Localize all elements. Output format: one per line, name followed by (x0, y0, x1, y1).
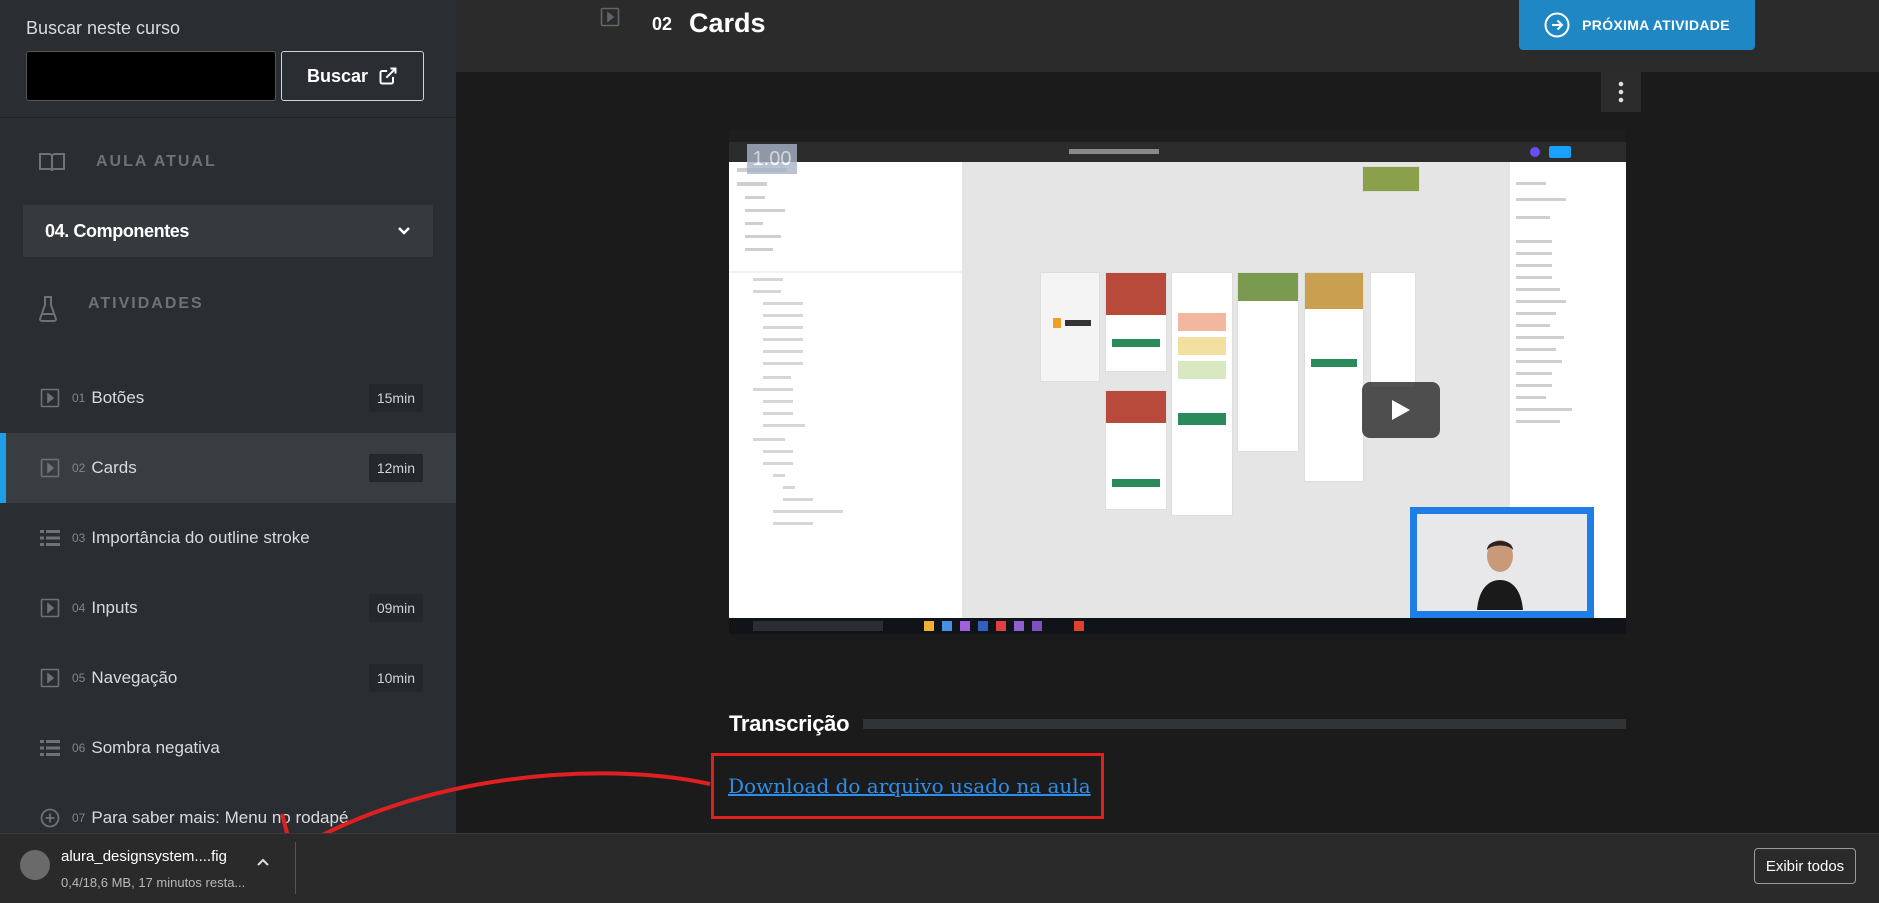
transcription-label: Transcrição (729, 711, 850, 736)
activity-title: Sombra negativa (91, 738, 220, 757)
activity-num: 07 (72, 811, 86, 825)
heading-rule (863, 719, 1626, 729)
activity-title: Navegação (91, 668, 178, 687)
instructor-avatar (1477, 540, 1523, 610)
home-frame (1171, 272, 1233, 516)
download-status: 0,4/18,6 MB, 17 minutos resta... (61, 875, 246, 890)
arrow-right-circle-icon (1544, 12, 1570, 38)
search-label: Buscar neste curso (26, 18, 181, 38)
instructor-webcam (1410, 507, 1594, 618)
activity-title: Importância do outline stroke (91, 528, 310, 547)
play-icon (40, 388, 60, 408)
search-button[interactable]: Buscar (281, 51, 424, 101)
download-file-link[interactable]: Download do arquivo usado na aula (728, 774, 1091, 798)
search-input[interactable] (26, 51, 276, 101)
activity-item-cards[interactable]: 02 Cards 12min (0, 433, 456, 503)
more-options-icon[interactable] (1601, 72, 1641, 112)
chevron-down-icon (398, 227, 410, 235)
show-all-downloads-button[interactable]: Exibir todos (1754, 848, 1856, 884)
search-row: Buscar (26, 51, 430, 101)
login-frame (1105, 272, 1167, 372)
activity-num: 05 (72, 671, 86, 685)
activity-duration: 15min (368, 384, 423, 412)
main-content: 1.00 Transcrição Download do arquivo usa… (456, 72, 1879, 833)
activity-num: 02 (72, 461, 86, 475)
activity-title: Botões (91, 388, 145, 407)
activity-duration: 12min (368, 454, 423, 482)
playback-speed[interactable]: 1.00 (747, 144, 797, 174)
current-lesson-heading: AULA ATUAL (96, 152, 217, 170)
flask-icon (38, 296, 58, 322)
activity-num: 03 (72, 531, 86, 545)
signup-frame (1105, 390, 1167, 510)
search-button-label: Buscar (306, 65, 369, 86)
transcription-heading: Transcrição (729, 711, 1626, 737)
windows-taskbar (729, 618, 1626, 634)
course-sidebar: Buscar neste curso Buscar AULA ATUAL 04.… (0, 0, 456, 833)
video-player[interactable]: 1.00 (729, 130, 1626, 634)
activity-item-botoes[interactable]: 01 Botões 15min (0, 363, 456, 433)
food-image-frame (1362, 166, 1420, 192)
list-icon (40, 738, 60, 758)
play-icon (600, 7, 620, 32)
current-lesson-dropdown[interactable]: 04. Componentes (23, 205, 433, 257)
lesson-number: 02 (652, 14, 673, 34)
activity-num: 04 (72, 601, 86, 615)
download-shelf: alura_designsystem....fig 0,4/18,6 MB, 1… (0, 833, 1879, 903)
list-icon (40, 528, 60, 548)
activity-item-outline-stroke[interactable]: 03 Importância do outline stroke (0, 503, 456, 573)
figma-layers-panel (729, 162, 962, 618)
current-lesson-title: 04. Componentes (45, 220, 190, 241)
activity-num: 06 (72, 741, 86, 755)
play-icon (40, 458, 60, 478)
shelf-divider (295, 842, 296, 894)
activity-duration: 09min (368, 594, 423, 622)
external-link-icon (379, 67, 397, 85)
play-icon (1392, 400, 1410, 420)
activity-title: Inputs (91, 598, 138, 617)
download-highlight-box: Download do arquivo usado na aula (711, 753, 1104, 819)
figma-toolbar (729, 142, 1626, 162)
play-icon (40, 598, 60, 618)
chevron-up-icon[interactable] (256, 854, 270, 872)
store-frame (1237, 272, 1299, 452)
splash-frame (1040, 272, 1100, 382)
download-progress-icon (20, 850, 50, 880)
cart-frame (1304, 272, 1364, 482)
lesson-header: 02 Cards PRÓXIMA ATIVIDADE (456, 0, 1879, 72)
activities-heading: ATIVIDADES (88, 295, 204, 312)
next-activity-label: PRÓXIMA ATIVIDADE (1582, 17, 1730, 33)
activity-item-inputs[interactable]: 04 Inputs 09min (0, 573, 456, 643)
plus-circle-icon (40, 808, 60, 828)
figma-titlebar (729, 130, 1626, 142)
profile-frame (1370, 272, 1416, 388)
activity-item-navegacao[interactable]: 05 Navegação 10min (0, 643, 456, 713)
page-title: Cards (689, 8, 766, 38)
play-video-button[interactable] (1362, 382, 1440, 438)
download-file-name[interactable]: alura_designsystem....fig (61, 848, 227, 865)
activities-section: ATIVIDADES (0, 257, 456, 375)
play-icon (40, 668, 60, 688)
current-lesson-section: AULA ATUAL (0, 117, 456, 205)
webcam-feed (1417, 514, 1587, 611)
activity-title: Cards (91, 458, 137, 477)
activity-num: 01 (72, 391, 86, 405)
next-activity-button[interactable]: PRÓXIMA ATIVIDADE (1519, 0, 1755, 50)
search-area: Buscar neste curso Buscar (0, 0, 456, 117)
book-icon (39, 152, 65, 171)
activity-duration: 10min (368, 664, 423, 692)
